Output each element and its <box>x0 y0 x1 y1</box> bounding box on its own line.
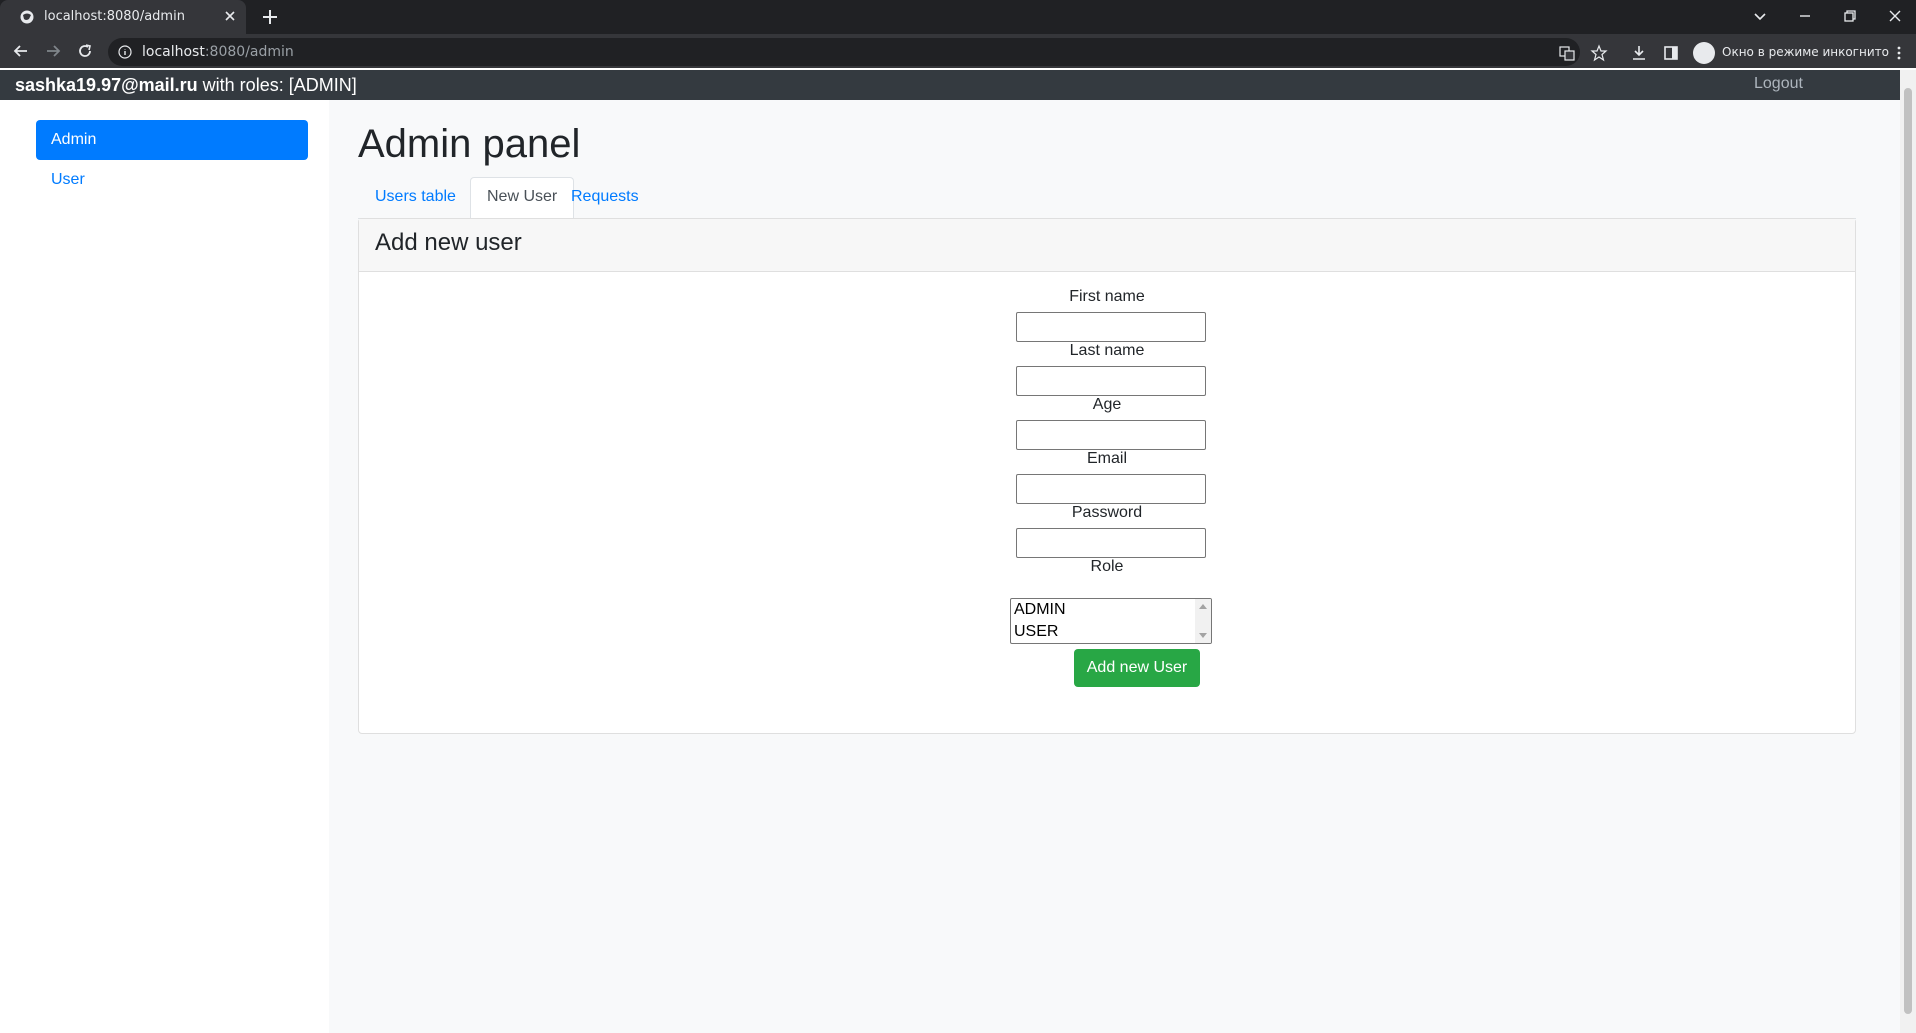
first-name-label: First name <box>1069 288 1145 305</box>
download-icon[interactable] <box>1630 44 1648 62</box>
restore-icon[interactable] <box>1840 6 1860 26</box>
user-roles: with roles: [ADMIN] <box>197 75 357 95</box>
add-user-card: Add new user First name Last name Age Em… <box>358 218 1856 734</box>
scrollbar-thumb[interactable] <box>1904 88 1912 1014</box>
role-select[interactable]: ADMIN USER <box>1010 598 1212 644</box>
sidebar-item-label: User <box>51 171 85 188</box>
chevron-down-icon[interactable] <box>1199 633 1207 639</box>
role-option-user[interactable]: USER <box>1014 623 1058 641</box>
card-title: Add new user <box>375 229 522 256</box>
email-field[interactable] <box>1016 474 1206 504</box>
tab-users-table[interactable]: Users table <box>358 177 473 219</box>
reload-icon[interactable] <box>76 42 94 60</box>
new-tab-icon[interactable] <box>261 8 279 26</box>
last-name-field[interactable] <box>1016 366 1206 396</box>
info-icon[interactable] <box>118 45 132 59</box>
chevron-up-icon[interactable] <box>1199 603 1207 609</box>
tab-title: localhost:8080/admin <box>44 9 185 24</box>
page-scrollbar[interactable] <box>1900 70 1916 1033</box>
browser-tabstrip: localhost:8080/admin <box>0 0 1916 34</box>
globe-icon <box>20 10 34 24</box>
tab-bar: Users table New User Requests <box>358 177 1856 219</box>
main-content: Admin panel Users table New User Request… <box>329 100 1900 1033</box>
app-navbar: sashka19.97@mail.ru with roles: [ADMIN] … <box>0 70 1900 100</box>
tab-requests[interactable]: Requests <box>554 177 656 219</box>
side-panel-icon[interactable] <box>1662 44 1680 62</box>
page-title: Admin panel <box>358 122 581 166</box>
sidebar-item-admin[interactable]: Admin <box>36 120 308 160</box>
browser-tab[interactable]: localhost:8080/admin <box>0 0 246 34</box>
card-header: Add new user <box>359 219 1855 272</box>
tab-search-icon[interactable] <box>1750 6 1770 26</box>
incognito-label: Окно в режиме инкогнито <box>1722 45 1889 59</box>
sidebar-item-user[interactable]: User <box>36 160 308 200</box>
sidebar: Admin User <box>0 100 329 1033</box>
password-label: Password <box>1071 504 1143 521</box>
first-name-field[interactable] <box>1016 312 1206 342</box>
forward-icon[interactable] <box>44 42 62 60</box>
minimize-icon[interactable] <box>1795 6 1815 26</box>
add-new-user-button[interactable]: Add new User <box>1074 649 1200 687</box>
last-name-label: Last name <box>1069 342 1145 359</box>
menu-icon[interactable] <box>1890 44 1908 62</box>
incognito-icon[interactable] <box>1693 42 1715 64</box>
sidebar-item-label: Admin <box>51 131 97 148</box>
logout-link[interactable]: Logout <box>1754 75 1803 93</box>
role-select-scrollbar[interactable] <box>1195 599 1211 643</box>
current-user-info: sashka19.97@mail.ru with roles: [ADMIN] <box>15 75 357 96</box>
close-icon[interactable] <box>222 8 238 24</box>
age-field[interactable] <box>1016 420 1206 450</box>
star-icon[interactable] <box>1590 44 1608 62</box>
url-text: localhost:8080/admin <box>142 44 294 60</box>
email-label: Email <box>1086 450 1127 467</box>
close-window-icon[interactable] <box>1885 6 1905 26</box>
user-email: sashka19.97@mail.ru <box>15 75 198 95</box>
back-icon[interactable] <box>12 42 30 60</box>
address-bar[interactable] <box>108 38 1580 66</box>
translate-icon[interactable] <box>1558 44 1576 62</box>
age-label: Age <box>1092 396 1122 413</box>
password-field[interactable] <box>1016 528 1206 558</box>
role-label: Role <box>1090 558 1124 575</box>
role-option-admin[interactable]: ADMIN <box>1014 601 1066 619</box>
